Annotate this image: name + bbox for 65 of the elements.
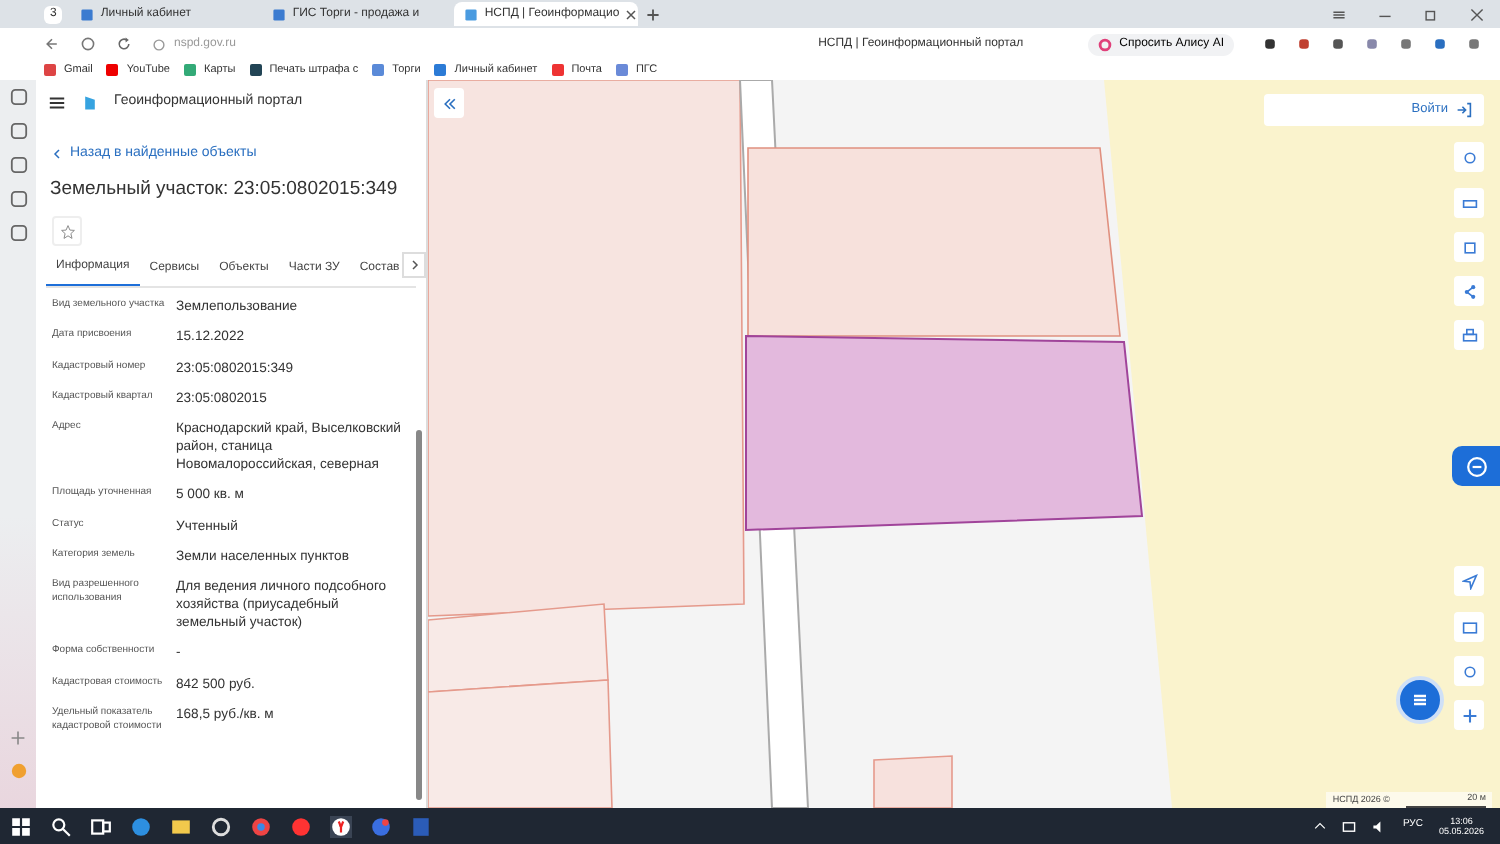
scrollbar[interactable] (416, 430, 422, 800)
bookmark-icon (434, 64, 447, 76)
page-icon (272, 7, 287, 21)
extension-icon[interactable] (1330, 36, 1346, 52)
zoom-in-button[interactable] (1454, 700, 1484, 730)
bookmark-icon (184, 64, 196, 76)
collapse-icon (441, 95, 457, 111)
collections-icon[interactable] (9, 122, 27, 140)
note-icon[interactable] (9, 190, 27, 208)
select-icon (1461, 239, 1477, 255)
ring-icon (1097, 37, 1112, 51)
reload-icon[interactable] (116, 36, 132, 52)
chat-button[interactable] (1452, 446, 1500, 486)
folder-icon[interactable] (170, 815, 192, 837)
ruler-button[interactable] (1454, 188, 1484, 218)
document-icon[interactable] (410, 815, 432, 837)
history-icon[interactable] (9, 88, 27, 106)
menu-icon[interactable] (1332, 7, 1346, 21)
bookmark-icon (44, 64, 56, 76)
page-icon (80, 7, 95, 21)
screen-icon[interactable] (9, 224, 27, 242)
back-icon[interactable] (44, 36, 60, 52)
share-button[interactable] (1454, 276, 1484, 306)
bookmark-icon (249, 64, 262, 76)
close-icon[interactable] (1470, 7, 1484, 21)
bookmark-icon (551, 64, 564, 76)
app-icon[interactable] (370, 815, 392, 837)
minimap-button[interactable] (1454, 612, 1484, 642)
minimap-icon (1461, 619, 1477, 635)
share-icon (1461, 283, 1477, 299)
chevron-right-icon (409, 260, 419, 270)
network-icon[interactable] (1342, 819, 1357, 833)
download-icon[interactable] (1466, 36, 1482, 52)
star-icon (59, 223, 75, 240)
chevron-left-icon (52, 147, 62, 160)
print-button[interactable] (1454, 320, 1484, 350)
page-icon (464, 7, 479, 21)
new-tab-icon[interactable] (646, 7, 661, 21)
restore-icon[interactable] (1424, 7, 1438, 21)
close-icon[interactable] (625, 9, 636, 19)
browser-icon[interactable] (330, 815, 352, 837)
list-icon (1410, 690, 1430, 710)
layers-button[interactable] (1454, 656, 1484, 686)
zoom-in-icon (1461, 707, 1477, 723)
search-icon[interactable] (50, 815, 72, 837)
next-tabs-button[interactable] (402, 252, 426, 278)
login-icon (1456, 102, 1472, 118)
locate-icon (1461, 573, 1477, 589)
windows-icon[interactable] (10, 815, 32, 837)
settings-button[interactable] (1454, 142, 1484, 172)
select-button[interactable] (1454, 232, 1484, 262)
play-icon[interactable] (9, 156, 27, 174)
heading: Земельный участок: 23:05:0802015:349 (50, 176, 400, 204)
collapse-button[interactable] (434, 88, 464, 118)
chevron-up-icon[interactable] (1314, 820, 1327, 832)
print-icon (1461, 327, 1477, 343)
task-view-icon[interactable] (90, 815, 112, 837)
extension-icon[interactable] (1262, 36, 1278, 52)
ruler-icon (1461, 195, 1477, 211)
bookmark-icon (106, 64, 119, 76)
menu-icon[interactable] (48, 93, 66, 112)
bookmark-icon (372, 64, 385, 76)
locate-button[interactable] (1454, 566, 1484, 596)
bookmark-icon (615, 64, 628, 76)
logo-icon (82, 93, 98, 112)
